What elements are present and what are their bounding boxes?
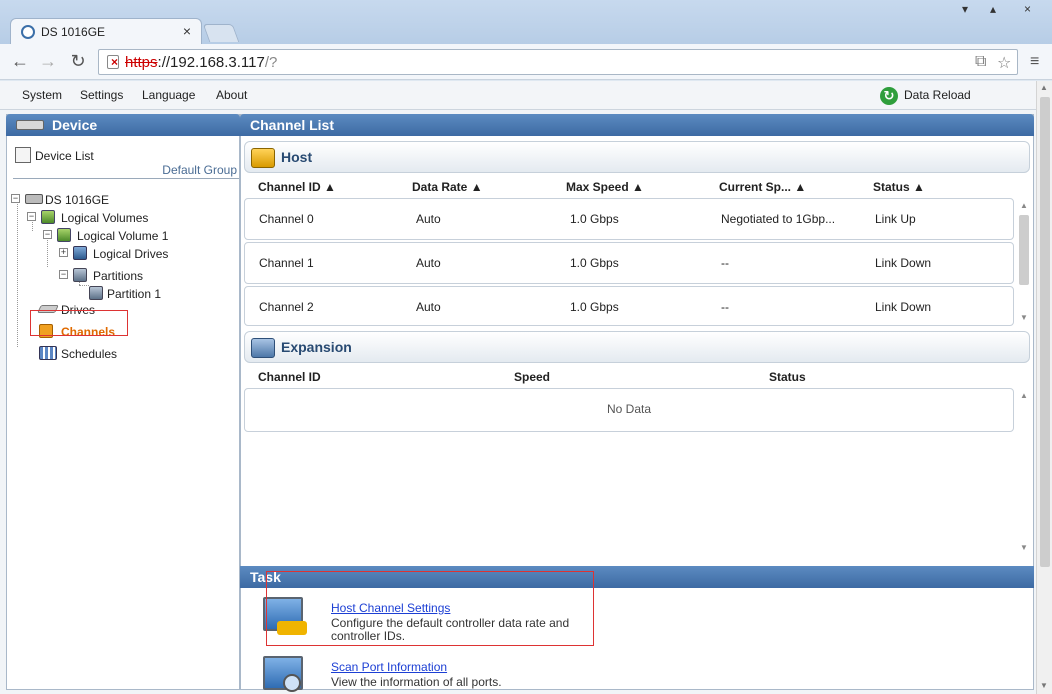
browser-navbar: ← → ↻ × https://192.168.3.117/? ⧉ ☆ ≡ [0,44,1052,80]
expansion-icon [251,338,275,358]
storage-device-icon [25,194,43,204]
tab-close-icon[interactable]: × [183,23,191,39]
favicon-icon [21,25,35,39]
scroll-down-icon[interactable]: ▼ [1020,543,1028,552]
tree-line [79,285,89,286]
device-pane-title: Device [52,117,98,133]
highlight-box-task [266,571,594,646]
table-row[interactable]: Channel 1 Auto 1.0 Gbps -- Link Down [244,242,1014,284]
collapse-icon[interactable]: − [11,194,20,203]
scroll-up-icon[interactable]: ▲ [1020,201,1028,210]
host-icon [251,148,275,168]
window-close-icon[interactable]: × [1024,2,1031,16]
device-list[interactable]: Device List Default Group [13,147,239,179]
collapse-icon[interactable]: − [27,212,36,221]
highlight-box-channels [30,310,128,336]
collapse-icon[interactable]: − [43,230,52,239]
task-scan-port-information: Scan Port Information View the informati… [263,656,763,694]
col-status[interactable]: Status ▲ [873,180,925,194]
menu-language[interactable]: Language [142,88,195,102]
app-menubar: System Settings Language About ↻ Data Re… [0,81,1036,110]
channel-list-title: Channel List [250,117,335,133]
partition-icon [89,286,103,300]
table-row[interactable]: Channel 2 Auto 1.0 Gbps -- Link Down [244,286,1014,326]
back-icon[interactable]: ← [9,51,31,72]
menu-settings[interactable]: Settings [80,88,123,102]
col-data-rate[interactable]: Data Rate ▲ [412,180,483,194]
menu-system[interactable]: System [22,88,62,102]
reload-icon[interactable]: ↻ [67,51,89,72]
col-current-speed[interactable]: Current Sp... ▲ [719,180,806,194]
scan-port-information-desc: View the information of all ports. [331,675,502,689]
menu-about[interactable]: About [216,88,247,102]
address-bar[interactable]: × https://192.168.3.117/? ⧉ ☆ [98,49,1018,75]
device-list-icon [15,147,31,163]
col-max-speed[interactable]: Max Speed ▲ [566,180,644,194]
device-pane: Device Device List Default Group − DS 10… [6,114,240,690]
device-list-label: Device List [35,149,94,163]
logical-volume-icon [57,228,71,242]
new-tab-button[interactable] [202,24,240,42]
magnifier-icon [283,674,301,692]
channel-list-header: Channel List [240,114,1034,136]
device-pane-header: Device [6,114,240,136]
insecure-icon: × [111,55,119,69]
no-data-label: No Data [606,402,652,416]
logical-drives-icon [73,246,87,260]
schedules-icon [39,346,57,360]
host-scroll-thumb[interactable] [1019,215,1029,285]
data-reload-button[interactable]: Data Reload [904,88,971,102]
host-table-scrollbar[interactable]: ▲ ▼ [1018,201,1030,325]
device-icon [16,120,44,130]
col-exp-status[interactable]: Status [769,370,806,384]
browser-titlebar: DS 1016GE × ▾ ▴ × [0,0,1052,45]
maximize-icon[interactable]: ▴ [990,2,996,16]
scroll-up-icon[interactable]: ▲ [1020,391,1028,400]
expansion-table-scrollbar[interactable]: ▲ ▼ [1018,391,1030,555]
collapse-icon[interactable]: − [59,270,68,279]
app-area: System Settings Language About ↻ Data Re… [0,81,1052,694]
translate-icon[interactable]: ⧉ [975,53,986,71]
scroll-down-icon[interactable]: ▼ [1040,681,1048,690]
host-section-header[interactable]: Host [244,141,1030,173]
page-scroll-thumb[interactable] [1040,97,1050,567]
col-exp-channel-id[interactable]: Channel ID [258,370,321,384]
tree-line [17,197,18,347]
forward-icon[interactable]: → [37,51,59,72]
host-section-title: Host [281,149,313,165]
col-channel-id[interactable]: Channel ID ▲ [258,180,336,194]
expansion-section-title: Expansion [281,339,352,355]
page-scrollbar[interactable]: ▲ ▼ [1036,81,1052,694]
channel-list-pane: Channel List Host Channel ID ▲ Data Rate… [240,114,1034,692]
logical-volumes-icon [41,210,55,224]
tab-title: DS 1016GE [41,25,106,39]
expansion-section-header[interactable]: Expansion [244,331,1030,363]
data-reload-icon[interactable]: ↻ [880,87,898,105]
default-group-label: Default Group [162,163,237,177]
browser-tab[interactable]: DS 1016GE × [10,18,202,45]
bookmark-star-icon[interactable]: ☆ [997,53,1011,73]
address-url: https://192.168.3.117/? [125,54,278,71]
partitions-icon [73,268,87,282]
col-exp-speed[interactable]: Speed [514,370,550,384]
scroll-up-icon[interactable]: ▲ [1040,83,1048,92]
scroll-down-icon[interactable]: ▼ [1020,313,1028,322]
minimize-icon[interactable]: ▾ [962,2,968,16]
browser-menu-icon[interactable]: ≡ [1030,53,1039,71]
expand-icon[interactable]: + [59,248,68,257]
table-row[interactable]: Channel 0 Auto 1.0 Gbps Negotiated to 1G… [244,198,1014,240]
scan-port-information-link[interactable]: Scan Port Information [331,660,447,674]
expansion-empty: No Data [244,388,1014,432]
